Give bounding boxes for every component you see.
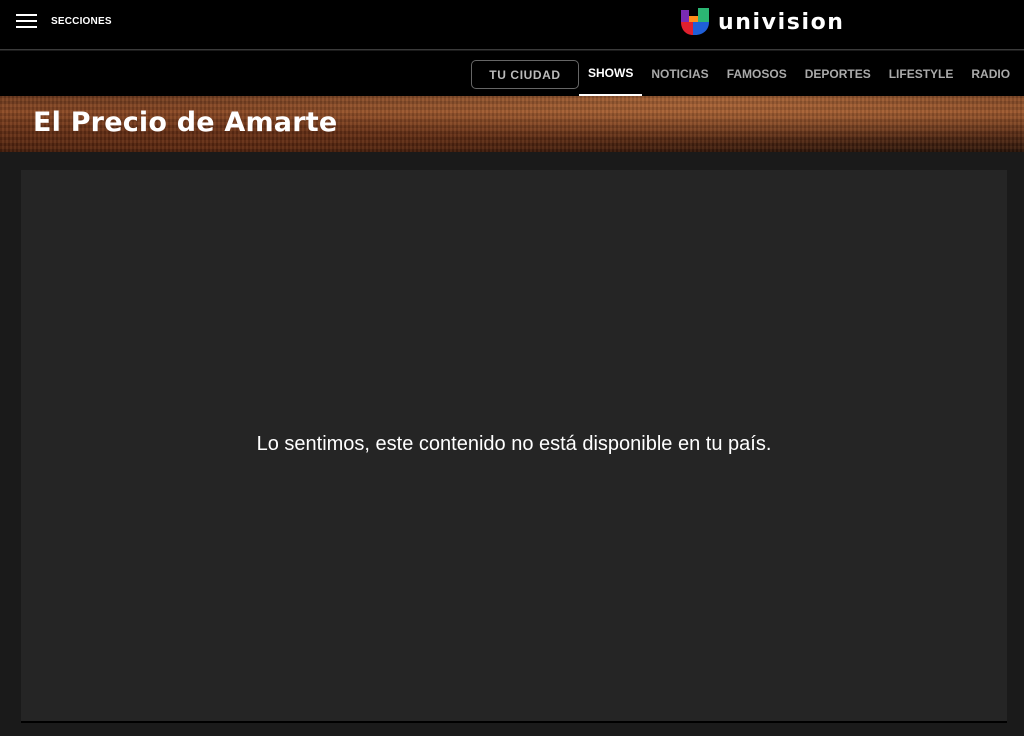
- nav-item-famosos[interactable]: FAMOSOS: [718, 51, 796, 96]
- geo-block-message: Lo sentimos, este contenido no está disp…: [256, 433, 772, 455]
- city-button[interactable]: TU CIUDAD: [471, 60, 579, 89]
- top-header: SECCIONES univision: [0, 0, 1024, 50]
- main-navigation: TU CIUDAD SHOWS NOTICIAS FAMOSOS DEPORTE…: [0, 51, 1024, 96]
- nav-items: SHOWS NOTICIAS FAMOSOS DEPORTES LIFESTYL…: [579, 51, 1024, 96]
- nav-item-noticias[interactable]: NOTICIAS: [642, 51, 717, 96]
- nav-item-shows[interactable]: SHOWS: [579, 51, 643, 96]
- univision-logo-icon: [681, 8, 709, 35]
- nav-item-deportes[interactable]: DEPORTES: [796, 51, 880, 96]
- logo-wordmark: univision: [718, 9, 845, 35]
- nav-item-lifestyle[interactable]: LIFESTYLE: [880, 51, 963, 96]
- video-player[interactable]: Lo sentimos, este contenido no está disp…: [21, 170, 1007, 723]
- nav-item-shows-more[interactable]: SH: [1019, 51, 1024, 96]
- hamburger-menu-icon[interactable]: [16, 13, 38, 31]
- show-banner: El Precio de Amarte: [0, 96, 1024, 152]
- page-title: El Precio de Amarte: [33, 107, 338, 138]
- univision-logo[interactable]: univision: [680, 6, 845, 38]
- nav-item-radio[interactable]: RADIO: [962, 51, 1019, 96]
- sections-menu-label[interactable]: SECCIONES: [51, 16, 112, 27]
